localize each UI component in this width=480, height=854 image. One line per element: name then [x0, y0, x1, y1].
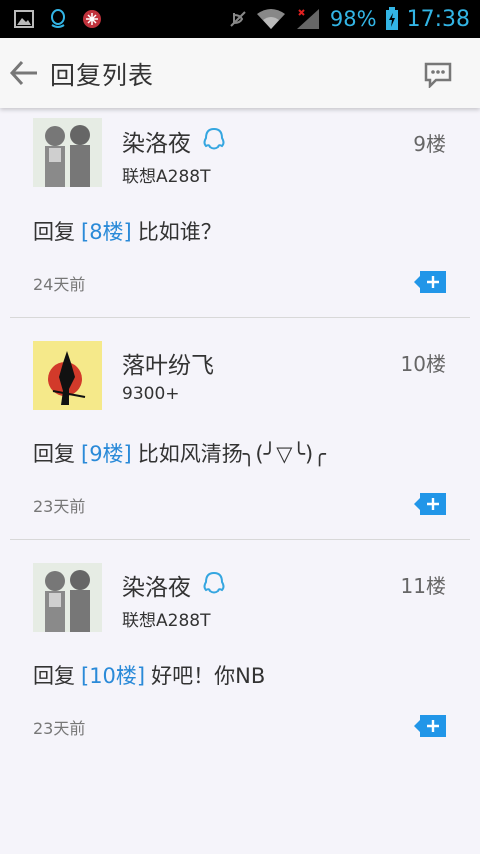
timestamp: 24天前	[33, 275, 86, 294]
add-reply-button[interactable]	[414, 271, 446, 293]
reply-list: 染洛夜 9楼 联想A288T 回复 [8楼] 比如谁？ 24天前 落叶纷飞 10楼 …	[0, 108, 480, 762]
wifi-icon	[256, 9, 286, 29]
battery-icon	[385, 7, 399, 30]
app-badge-icon	[82, 9, 102, 29]
timestamp: 23天前	[33, 719, 86, 738]
reply-prefix: 回复	[33, 442, 75, 466]
page-title: 回复列表	[50, 61, 155, 90]
reply-content: 回复 [9楼] 比如风清扬╮(╯▽╰)╭	[33, 438, 326, 468]
reply-content: 回复 [8楼] 比如谁？	[33, 216, 222, 246]
avatar[interactable]	[33, 118, 102, 187]
avatar[interactable]	[33, 341, 102, 410]
reply-floor-link[interactable]: [8楼]	[81, 220, 132, 244]
timestamp: 23天前	[33, 497, 86, 516]
message-icon[interactable]	[424, 62, 452, 90]
qq-penguin-icon	[48, 9, 68, 29]
username[interactable]: 染洛夜	[122, 568, 191, 602]
list-item[interactable]: 落叶纷飞 10楼 9300+ 回复 [9楼] 比如风清扬╮(╯▽╰)╭ 23天前	[0, 318, 480, 540]
status-bar: 98% 17:38	[0, 0, 480, 38]
qq-badge-icon	[202, 571, 226, 597]
avatar[interactable]	[33, 563, 102, 632]
mute-icon	[228, 9, 248, 29]
device-name: 联想A288T	[122, 611, 211, 631]
back-arrow-icon[interactable]	[8, 58, 42, 88]
floor-number: 10楼	[400, 352, 446, 376]
add-reply-button[interactable]	[414, 715, 446, 737]
qq-badge-icon	[202, 127, 226, 153]
list-item[interactable]: 染洛夜 11楼 联想A288T 回复 [10楼] 好吧！你NB 23天前	[0, 540, 480, 762]
reply-prefix: 回复	[33, 220, 75, 244]
list-item[interactable]: 染洛夜 9楼 联想A288T 回复 [8楼] 比如谁？ 24天前	[0, 108, 480, 318]
device-name: 9300+	[122, 384, 180, 404]
add-reply-button[interactable]	[414, 493, 446, 515]
battery-percent: 98%	[329, 7, 377, 31]
image-icon	[14, 9, 34, 29]
username[interactable]: 染洛夜	[122, 124, 191, 158]
username[interactable]: 落叶纷飞	[122, 346, 214, 380]
reply-text: 比如风清扬╮(╯▽╰)╭	[137, 442, 326, 466]
device-name: 联想A288T	[122, 167, 211, 187]
action-bar: 回复列表	[0, 38, 480, 108]
reply-content: 回复 [10楼] 好吧！你NB	[33, 660, 265, 690]
clock: 17:38	[406, 6, 470, 32]
reply-text: 比如谁？	[137, 220, 222, 244]
reply-floor-link[interactable]: [10楼]	[81, 664, 145, 688]
reply-prefix: 回复	[33, 664, 75, 688]
floor-number: 9楼	[413, 132, 446, 156]
floor-number: 11楼	[400, 574, 446, 598]
signal-icon	[294, 9, 322, 29]
reply-floor-link[interactable]: [9楼]	[81, 442, 132, 466]
reply-text: 好吧！你NB	[151, 664, 266, 688]
